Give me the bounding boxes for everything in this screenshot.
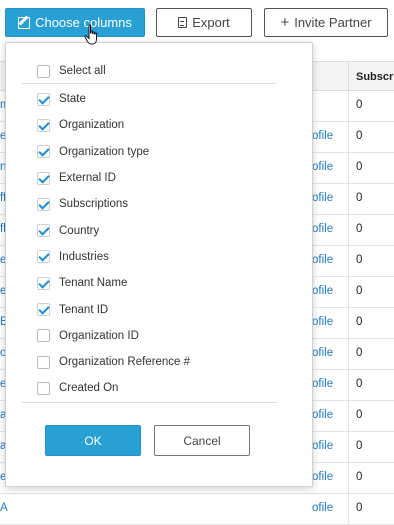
column-checkbox-external-id[interactable] (37, 171, 50, 185)
select-all-label: Select all (59, 65, 106, 77)
cell-divider (348, 432, 349, 463)
cell-divider (348, 401, 349, 432)
column-checkbox-industries[interactable] (37, 250, 50, 264)
column-checkbox-tenant-name[interactable] (37, 276, 50, 290)
profile-link[interactable]: ofile (312, 502, 333, 514)
profile-link[interactable]: ofile (312, 254, 333, 266)
cell-divider (348, 339, 349, 370)
column-option-country[interactable]: Country (22, 217, 277, 243)
column-option-label: Created On (59, 382, 119, 395)
profile-link[interactable]: ofile (312, 440, 333, 452)
subscriptions-value: 0 (356, 502, 363, 514)
cell-divider (348, 184, 349, 215)
select-all-option[interactable]: Select all (22, 59, 277, 84)
column-option-tenant-name[interactable]: Tenant Name (22, 270, 277, 296)
file-export-icon (178, 17, 188, 28)
column-option-organization[interactable]: Organization (22, 112, 277, 138)
column-option-label: Organization type (59, 145, 150, 158)
column-option-label: Country (59, 224, 100, 237)
profile-link[interactable]: ofile (312, 285, 333, 297)
dropdown-divider (22, 402, 277, 403)
cell-divider (348, 308, 349, 339)
column-option-subscriptions[interactable]: Subscriptions (22, 191, 277, 217)
subscriptions-value: 0 (356, 285, 363, 297)
subscriptions-value: 0 (356, 254, 363, 266)
column-option-label: Tenant ID (59, 303, 109, 316)
profile-link[interactable]: ofile (312, 223, 333, 235)
column-option-label: Organization Reference # (59, 356, 191, 369)
column-option-label: Tenant Name (59, 277, 128, 290)
column-checkbox-organization-type[interactable] (37, 145, 50, 159)
profile-link[interactable]: ofile (312, 378, 333, 390)
choose-columns-button[interactable]: Choose columns (5, 8, 145, 37)
profile-link[interactable]: ofile (312, 347, 333, 359)
column-checkbox-organization[interactable] (37, 118, 50, 132)
profile-link[interactable]: ofile (312, 471, 333, 483)
hand-cursor-icon (84, 24, 97, 45)
cell-divider (348, 122, 349, 153)
subscriptions-value: 0 (356, 440, 363, 452)
subscriptions-value: 0 (356, 316, 363, 328)
cell-divider (348, 153, 349, 184)
cell-divider (348, 494, 349, 525)
edit-icon (18, 16, 31, 29)
subscriptions-value: 0 (356, 99, 363, 111)
column-checkbox-organization-id[interactable] (37, 329, 50, 343)
select-all-checkbox[interactable] (37, 64, 50, 78)
export-label: Export (192, 15, 230, 30)
subscriptions-column-header[interactable]: Subscri (348, 62, 394, 92)
column-option-external-id[interactable]: External ID (22, 165, 277, 191)
cell-divider (348, 91, 349, 122)
cell-divider (348, 463, 349, 494)
column-checkbox-tenant-id[interactable] (37, 303, 50, 317)
column-checkbox-organization-reference[interactable] (37, 355, 50, 369)
column-option-state[interactable]: State (22, 86, 277, 112)
ok-button[interactable]: OK (45, 425, 141, 456)
profile-link[interactable]: ofile (312, 130, 333, 142)
plus-icon: + (280, 14, 290, 31)
column-checkbox-created-on[interactable] (37, 381, 50, 395)
partner-name-link[interactable]: A (0, 502, 8, 514)
export-button[interactable]: Export (156, 8, 252, 37)
column-checkbox-subscriptions[interactable] (37, 197, 50, 211)
column-option-organization-reference[interactable]: Organization Reference # (22, 349, 277, 375)
profile-link[interactable]: ofile (312, 316, 333, 328)
subscriptions-value: 0 (356, 223, 363, 235)
cell-divider (348, 215, 349, 246)
column-option-organization-type[interactable]: Organization type (22, 139, 277, 165)
choose-columns-dropdown: Select all State Organization Organization… (5, 42, 313, 487)
cell-divider (348, 277, 349, 308)
profile-link[interactable]: ofile (312, 161, 333, 173)
subscriptions-value: 0 (356, 409, 363, 421)
subscriptions-value: 0 (356, 347, 363, 359)
column-option-industries[interactable]: Industries (22, 244, 277, 270)
column-option-created-on[interactable]: Created On (22, 375, 277, 401)
cell-divider (348, 246, 349, 277)
column-options-list: Select all State Organization Organization… (22, 59, 277, 402)
subscriptions-value: 0 (356, 378, 363, 390)
invite-partner-label: Invite Partner (294, 15, 372, 30)
column-option-label: Organization (59, 119, 125, 132)
cancel-button[interactable]: Cancel (154, 425, 250, 456)
column-option-label: State (59, 93, 86, 106)
column-option-label: Subscriptions (59, 198, 129, 211)
subscriptions-value: 0 (356, 161, 363, 173)
subscriptions-value: 0 (356, 471, 363, 483)
table-row: Aofile 0 (0, 494, 394, 525)
column-checkbox-country[interactable] (37, 224, 50, 238)
invite-partner-button[interactable]: + Invite Partner (264, 8, 388, 37)
cell-divider (348, 370, 349, 401)
profile-link[interactable]: ofile (312, 409, 333, 421)
profile-link[interactable]: ofile (312, 192, 333, 204)
column-checkbox-state[interactable] (37, 92, 50, 106)
column-option-organization-id[interactable]: Organization ID (22, 323, 277, 349)
column-option-tenant-id[interactable]: Tenant ID (22, 296, 277, 322)
column-option-label: External ID (59, 172, 116, 185)
subscriptions-value: 0 (356, 130, 363, 142)
subscriptions-value: 0 (356, 192, 363, 204)
column-option-label: Organization ID (59, 329, 139, 342)
column-option-label: Industries (59, 250, 109, 263)
